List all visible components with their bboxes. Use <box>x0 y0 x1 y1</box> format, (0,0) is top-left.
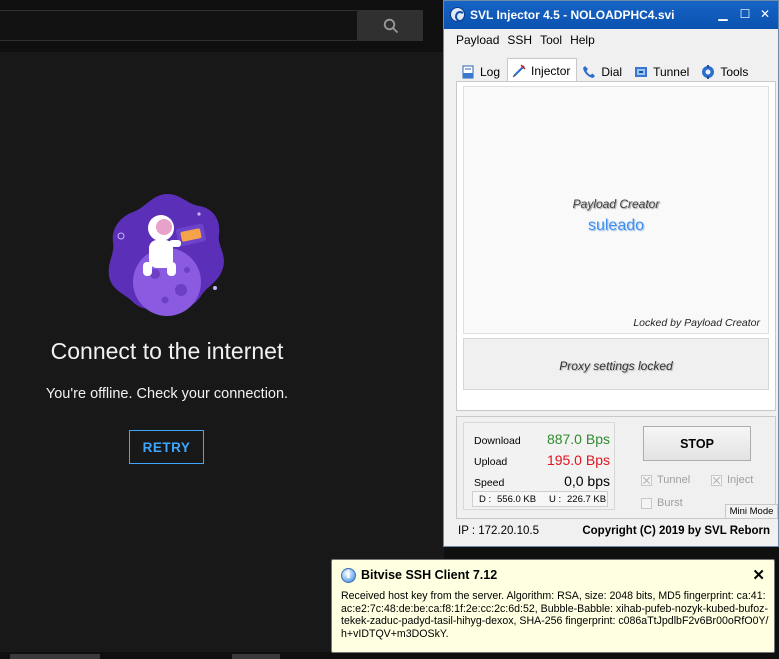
tab-strip: Log Injector Dial Tunnel Tools <box>456 58 756 84</box>
menu-help[interactable]: Help <box>566 29 599 51</box>
proxy-locked-label: Proxy settings locked <box>559 359 673 373</box>
bitvise-notification[interactable]: i Bitvise SSH Client 7.12 ✕ Received hos… <box>331 559 775 653</box>
copyright-label: Copyright (C) 2019 by SVL Reborn <box>582 525 770 537</box>
minimize-icon[interactable]: ▁ <box>712 4 734 24</box>
inject-checkbox[interactable]: Inject <box>711 474 753 486</box>
tunnel-icon <box>635 67 648 77</box>
burst-checkbox[interactable]: Burst <box>641 497 683 509</box>
payload-creator-label: Payload Creator <box>572 197 660 211</box>
search-input[interactable] <box>0 10 358 41</box>
search-icon <box>383 18 398 33</box>
close-icon[interactable]: ✕ <box>752 566 765 584</box>
close-icon[interactable]: ✕ <box>754 4 776 24</box>
menu-ssh[interactable]: SSH <box>503 29 536 51</box>
log-icon <box>462 65 474 79</box>
retry-button[interactable]: RETRY <box>129 430 204 464</box>
data-usage: D : 556.0 KB U : 226.7 KB <box>472 491 608 507</box>
stop-button[interactable]: STOP <box>643 426 751 461</box>
menu-tool[interactable]: Tool <box>536 29 566 51</box>
window-title: SVL Injector 4.5 - NOLOADPHC4.svi <box>470 8 675 22</box>
notification-title: Bitvise SSH Client 7.12 <box>361 568 498 582</box>
menu-bar: Payload SSH Tool Help <box>444 29 778 51</box>
status-bar: IP : 172.20.10.5 Copyright (C) 2019 by S… <box>444 521 778 543</box>
tunnel-checkbox[interactable]: Tunnel <box>641 474 690 486</box>
ip-address: IP : 172.20.10.5 <box>458 525 539 537</box>
downloaded-total: 556.0 KB <box>497 494 537 505</box>
checkbox-icon <box>641 497 652 509</box>
checkbox-icon <box>641 474 652 486</box>
traffic-stats: Download 887.0 Bps Upload 195.0 Bps Spee… <box>463 422 615 510</box>
search-button[interactable] <box>358 10 423 41</box>
speed-value: 0,0 bps <box>564 473 610 489</box>
notification-body: Received host key from the server. Algor… <box>341 590 769 640</box>
payload-creator-name: suleado <box>587 217 645 234</box>
mini-mode-button[interactable]: Mini Mode <box>725 504 778 519</box>
proxy-settings-box: Proxy settings locked <box>463 338 769 390</box>
uploaded-total: 226.7 KB <box>567 494 607 505</box>
offline-subtitle: You're offline. Check your connection. <box>45 386 289 402</box>
window-titlebar[interactable]: SVL Injector 4.5 - NOLOADPHC4.svi ▁ ☐ ✕ <box>444 1 778 29</box>
app-icon <box>450 7 465 22</box>
menu-payload[interactable]: Payload <box>452 29 503 51</box>
checkbox-icon <box>711 474 722 486</box>
download-row: Download 887.0 Bps <box>474 431 610 447</box>
upload-row: Upload 195.0 Bps <box>474 452 610 468</box>
maximize-icon[interactable]: ☐ <box>734 4 756 24</box>
astronaut-illustration <box>108 194 224 316</box>
info-icon: i <box>341 568 356 583</box>
syringe-icon <box>512 64 526 78</box>
injector-panel: Payload Creator suleado Locked by Payloa… <box>456 81 776 411</box>
offline-title: Connect to the internet <box>50 338 284 364</box>
upload-value: 195.0 Bps <box>546 452 610 468</box>
payload-creator-box: Payload Creator suleado Locked by Payloa… <box>463 86 769 334</box>
taskbar-strip <box>0 652 444 659</box>
locked-label: Locked by Payload Creator <box>633 317 760 329</box>
tools-icon <box>702 65 715 79</box>
svl-injector-window: SVL Injector 4.5 - NOLOADPHC4.svi ▁ ☐ ✕ … <box>443 0 779 547</box>
speed-row: Speed 0,0 bps <box>474 473 610 489</box>
phone-icon <box>583 66 596 78</box>
download-value: 887.0 Bps <box>546 431 610 447</box>
stats-area: Download 887.0 Bps Upload 195.0 Bps Spee… <box>456 416 778 519</box>
